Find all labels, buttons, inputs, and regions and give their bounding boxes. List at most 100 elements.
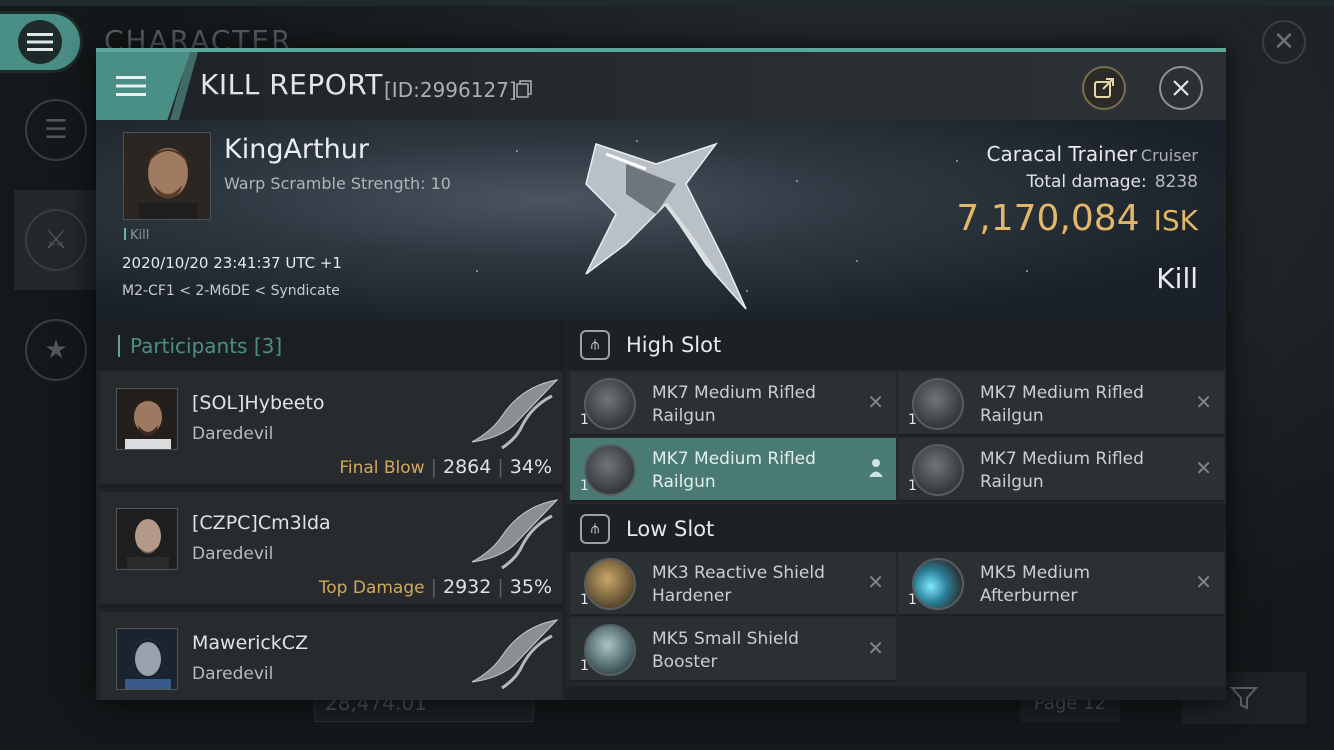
railgun-icon xyxy=(584,444,636,496)
ship-name[interactable]: Caracal Trainer xyxy=(987,142,1137,166)
kill-tag-label: Kill xyxy=(130,228,150,243)
crossed-swords-icon: ⚔ xyxy=(25,209,87,271)
kill-location[interactable]: M2-CF1 < 2-M6DE < Syndicate xyxy=(122,283,340,299)
participant-tag: Top Damage xyxy=(318,578,425,598)
participant-ship: Daredevil xyxy=(192,424,274,444)
module-name: MK5 Small Shield Booster xyxy=(652,629,799,672)
participant-percent: 34% xyxy=(509,456,552,478)
participant-name: MawerickCZ xyxy=(192,632,309,654)
isk-amount: 7,170,084 xyxy=(956,198,1140,239)
module-slot[interactable]: 1 MK7 Medium Rifled Railgun ✕ xyxy=(898,438,1224,502)
module-slot[interactable]: 1 MK5 Medium Afterburner ✕ xyxy=(898,552,1224,616)
afterburner-icon xyxy=(912,558,964,610)
list-icon: ☰ xyxy=(25,99,87,161)
dialog-title: KILL REPORT xyxy=(200,68,383,101)
shield-hardener-icon xyxy=(584,558,636,610)
menu-icon xyxy=(18,20,62,64)
kill-tag: Kill xyxy=(124,228,149,243)
destroyed-icon: ✕ xyxy=(867,570,884,594)
background-sidebar: ☰ ⚔ ★ xyxy=(14,80,98,680)
star-icon: ★ xyxy=(25,319,87,381)
high-slot-header: ⫛ High Slot xyxy=(566,320,1226,370)
module-quantity: 1 xyxy=(908,412,917,428)
participant-tag: Final Blow xyxy=(339,458,425,478)
participants-title: Participants xyxy=(130,334,248,358)
share-button[interactable] xyxy=(1082,66,1126,110)
participant-name: [SOL]Hybeeto xyxy=(192,392,325,414)
sidebar-item-list[interactable]: ☰ xyxy=(14,80,98,180)
total-damage-label: Total damage: xyxy=(1026,172,1147,192)
module-name: MK7 Medium Rifled Railgun xyxy=(652,383,816,426)
module-name: MK7 Medium Rifled Railgun xyxy=(652,449,816,492)
participant-portrait xyxy=(116,628,178,690)
victim-portrait[interactable] xyxy=(123,132,211,220)
kill-report-dialog: KILL REPORT [ID:2996127] KingArthur Warp… xyxy=(96,48,1226,700)
external-link-icon xyxy=(1094,78,1114,98)
copy-icon[interactable] xyxy=(516,80,532,98)
participant-stats: Top Damage | 2932 | 35% xyxy=(318,576,552,598)
sidebar-item-star[interactable]: ★ xyxy=(14,300,98,400)
sidebar-item-combat[interactable]: ⚔ xyxy=(14,190,98,290)
railgun-icon xyxy=(584,378,636,430)
module-slot[interactable]: 1 MK7 Medium Rifled Railgun ✕ xyxy=(898,372,1224,436)
module-slot[interactable]: 1 MK3 Reactive Shield Hardener ✕ xyxy=(570,552,896,616)
kill-timestamp: 2020/10/20 23:41:37 UTC +1 xyxy=(122,254,342,272)
destroyed-icon: ✕ xyxy=(1195,456,1212,480)
result-label: Kill xyxy=(1156,262,1198,295)
module-slot[interactable]: 1 MK7 Medium Rifled Railgun ✕ xyxy=(570,372,896,436)
module-quantity: 1 xyxy=(908,592,917,608)
filter-icon xyxy=(1230,687,1258,710)
close-icon xyxy=(1173,80,1189,96)
module-name: MK5 Medium Afterburner xyxy=(980,563,1091,606)
module-slot[interactable]: 1 MK7 Medium Rifled Railgun xyxy=(570,438,896,502)
low-slot-label: Low Slot xyxy=(626,517,715,541)
dialog-header: KILL REPORT [ID:2996127] xyxy=(96,52,1226,120)
destroyed-icon: ✕ xyxy=(867,390,884,414)
participant-row[interactable]: [SOL]Hybeeto Daredevil Final Blow | 2864 | 3… xyxy=(100,372,562,488)
participants-count: [3] xyxy=(253,334,283,358)
high-slot-icon: ⫛ xyxy=(580,330,610,360)
total-damage: Total damage: 8238 xyxy=(1026,172,1198,192)
victim-banner: KingArthur Warp Scramble Strength: 10 Ki… xyxy=(96,120,1226,320)
module-name: MK3 Reactive Shield Hardener xyxy=(652,563,825,606)
background-close-button[interactable]: ✕ xyxy=(1262,20,1306,64)
participant-stats: Final Blow | 2864 | 34% xyxy=(339,456,552,478)
participant-ship: Daredevil xyxy=(192,664,274,684)
destroyed-icon: ✕ xyxy=(867,636,884,660)
low-slot-icon: ⫛ xyxy=(580,514,610,544)
header-bar xyxy=(118,335,120,357)
module-name: MK7 Medium Rifled Railgun xyxy=(980,449,1144,492)
kill-id: [ID:2996127] xyxy=(384,78,517,102)
participant-percent: 35% xyxy=(509,576,552,598)
railgun-icon xyxy=(912,378,964,430)
participant-portrait xyxy=(116,388,178,450)
tag-bar xyxy=(124,228,126,240)
participant-row[interactable]: [CZPC]Cm3lda Daredevil Top Damage | 2932 | 3… xyxy=(100,492,562,608)
participant-damage: 2932 xyxy=(443,576,492,598)
module-quantity: 1 xyxy=(580,658,589,674)
module-name: MK7 Medium Rifled Railgun xyxy=(980,383,1144,426)
module-quantity: 1 xyxy=(580,592,589,608)
menu-icon xyxy=(116,76,146,96)
module-quantity: 1 xyxy=(580,478,589,494)
participant-row[interactable]: MawerickCZ Daredevil xyxy=(100,612,562,700)
module-slot[interactable]: 1 MK5 Small Shield Booster ✕ xyxy=(570,618,896,682)
top-bar xyxy=(0,0,1334,6)
module-quantity: 1 xyxy=(908,478,917,494)
railgun-icon xyxy=(912,444,964,496)
isk-unit: ISK xyxy=(1153,204,1198,237)
participant-portrait xyxy=(116,508,178,570)
destroyed-icon: ✕ xyxy=(1195,570,1212,594)
main-menu-button[interactable] xyxy=(0,14,80,70)
participant-ship-image xyxy=(471,619,559,690)
shield-booster-icon xyxy=(584,624,636,676)
participant-name: [CZPC]Cm3lda xyxy=(192,512,331,534)
dropped-person-icon xyxy=(869,459,883,477)
ship-class: Cruiser xyxy=(1140,146,1198,165)
mid-slot-header xyxy=(566,686,1226,700)
destroyed-icon: ✕ xyxy=(1195,390,1212,414)
participant-damage: 2864 xyxy=(443,456,492,478)
participants-panel: Participants [3] [SOL]Hybeeto Daredevil … xyxy=(96,320,564,700)
participant-ship: Daredevil xyxy=(192,544,274,564)
close-button[interactable] xyxy=(1159,66,1203,110)
